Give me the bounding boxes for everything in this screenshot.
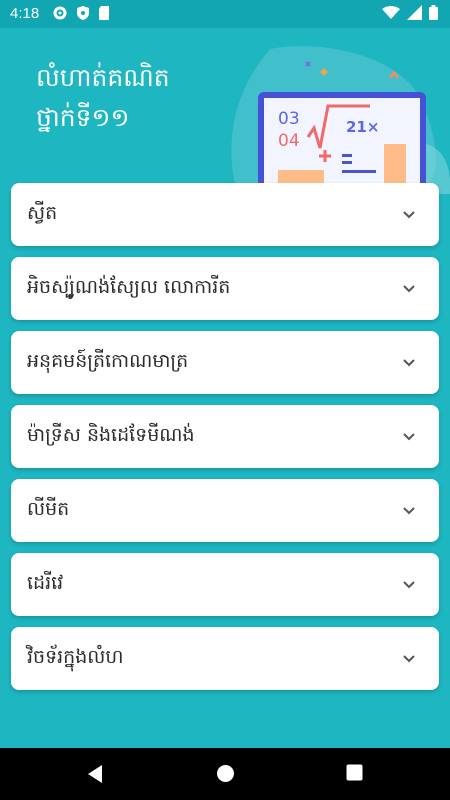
topic-label: ម៉ាទ្រីស និងដេទែមីណង់: [27, 424, 195, 446]
topic-label: អនុគមន៍ត្រីកោណមាត្រ: [27, 350, 189, 372]
topic-card-limits[interactable]: លីមីត: [11, 479, 439, 542]
topic-label: ស្វីត: [27, 202, 58, 224]
chevron-down-icon: [403, 285, 415, 293]
shield-icon: [77, 6, 89, 20]
wifi-icon: [382, 5, 400, 19]
topic-label: ដេរីវេ: [27, 572, 64, 594]
home-icon[interactable]: [216, 764, 235, 783]
chevron-down-icon: [403, 581, 415, 589]
math-board-illustration: 03 04 21×: [231, 46, 450, 194]
back-icon[interactable]: [86, 764, 104, 784]
title-line-1: លំហាត់គណិត: [36, 63, 170, 92]
chevron-down-icon: [403, 655, 415, 663]
gear-icon: [53, 6, 67, 20]
topic-list: ស្វីត អិចស្ប៉ូណង់ស្យែល លោការីត អនុគមន៍ត្…: [11, 183, 439, 701]
topic-card-sequence[interactable]: ស្វីត: [11, 183, 439, 246]
board-number-bottom: 04: [278, 131, 300, 151]
board-formula: 21×: [346, 118, 379, 136]
chevron-down-icon: [403, 211, 415, 219]
status-bar: 4:18: [0, 0, 450, 28]
chevron-down-icon: [403, 359, 415, 367]
chevron-down-icon: [403, 433, 415, 441]
topic-card-trigonometric-functions[interactable]: អនុគមន៍ត្រីកោណមាត្រ: [11, 331, 439, 394]
sd-card-icon: [99, 6, 109, 20]
topic-label: អិចស្ប៉ូណង់ស្យែល លោការីត: [27, 276, 231, 298]
topic-card-exponential-logarithm[interactable]: អិចស្ប៉ូណង់ស្យែល លោការីត: [11, 257, 439, 320]
page-title: លំហាត់គណិត ថ្នាក់ទី១១: [36, 58, 170, 138]
chevron-down-icon: [403, 507, 415, 515]
topic-card-derivatives[interactable]: ដេរីវេ: [11, 553, 439, 616]
topic-card-vectors-in-space[interactable]: វិចទ័រក្នុងលំហ: [11, 627, 439, 690]
signal-icon: [407, 5, 422, 20]
topic-label: លីមីត: [27, 498, 70, 520]
board-number-top: 03: [278, 109, 300, 129]
topic-label: វិចទ័រក្នុងលំហ: [27, 646, 124, 668]
title-line-2: ថ្នាក់ទី១១: [36, 103, 130, 132]
status-time: 4:18: [10, 5, 40, 22]
system-nav-bar: [0, 748, 450, 800]
battery-icon: [429, 5, 438, 20]
topic-card-matrices-determinants[interactable]: ម៉ាទ្រីស និងដេទែមីណង់: [11, 405, 439, 468]
recents-icon[interactable]: [346, 764, 363, 781]
